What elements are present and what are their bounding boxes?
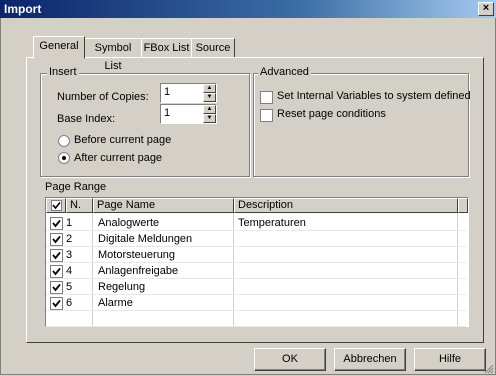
row-checkbox[interactable] <box>50 233 63 246</box>
row-description: Temperaturen <box>238 217 306 229</box>
tab-symbol-list[interactable]: Symbol List <box>84 38 142 72</box>
base-index-value: 1 <box>164 107 171 119</box>
radio-selected-dot <box>62 156 66 160</box>
checkmark-icon <box>52 219 61 228</box>
table-row[interactable]: 4 Anlagenfreigabe <box>46 263 468 279</box>
row-page-name: Regelung <box>98 281 146 293</box>
column-header-page-name[interactable]: Page Name <box>93 198 234 213</box>
after-page-radio[interactable] <box>58 152 70 164</box>
copies-label: Number of Copies: <box>57 91 149 103</box>
row-number: 2 <box>66 233 73 245</box>
after-page-label: After current page <box>74 152 163 164</box>
tab-fbox-list[interactable]: FBox List <box>141 38 192 58</box>
cancel-button[interactable]: Abbrechen <box>334 348 406 371</box>
base-index-up-button[interactable]: ▲ <box>203 105 216 114</box>
row-checkbox[interactable] <box>50 281 63 294</box>
row-divider <box>46 310 466 311</box>
tab-general[interactable]: General <box>33 36 85 59</box>
title-bar[interactable] <box>0 0 496 18</box>
advanced-legend: Advanced <box>258 66 311 78</box>
close-button[interactable]: × <box>478 2 494 16</box>
table-row[interactable]: 1 Analogwerte Temperaturen <box>46 215 468 231</box>
row-page-name: Digitale Meldungen <box>98 233 193 245</box>
row-checkbox[interactable] <box>50 217 63 230</box>
window-title: Import <box>4 2 42 16</box>
checkmark-icon <box>52 267 61 276</box>
row-number: 4 <box>66 265 73 277</box>
set-vars-checkbox[interactable] <box>260 91 273 104</box>
column-header-filler <box>458 198 468 213</box>
copies-down-button[interactable]: ▼ <box>203 93 216 102</box>
column-header-description[interactable]: Description <box>234 198 458 213</box>
copies-stepper[interactable]: 1 ▲ ▼ <box>160 83 217 103</box>
table-row[interactable]: 5 Regelung <box>46 279 468 295</box>
row-number: 6 <box>66 297 73 309</box>
reset-conditions-label: Reset page conditions <box>277 108 386 120</box>
set-vars-label: Set Internal Variables to system defined <box>277 90 471 102</box>
checkmark-icon <box>52 251 61 260</box>
row-page-name: Analogwerte <box>98 217 160 229</box>
insert-legend: Insert <box>47 66 79 78</box>
tab-source[interactable]: Source <box>191 38 235 58</box>
row-checkbox[interactable] <box>50 297 63 310</box>
select-all-header[interactable] <box>46 198 66 213</box>
advanced-group <box>253 73 469 177</box>
base-index-stepper[interactable]: 1 ▲ ▼ <box>160 104 217 124</box>
row-divider <box>46 246 466 247</box>
table-row[interactable]: 6 Alarme <box>46 295 468 311</box>
table-row[interactable]: 3 Motorsteuerung <box>46 247 468 263</box>
row-divider <box>46 294 466 295</box>
row-divider <box>46 262 466 263</box>
checkmark-icon <box>52 235 61 244</box>
checkmark-icon <box>52 299 61 308</box>
row-checkbox[interactable] <box>50 249 63 262</box>
row-divider <box>46 278 466 279</box>
before-page-label: Before current page <box>74 134 172 146</box>
row-number: 5 <box>66 281 73 293</box>
row-checkbox[interactable] <box>50 265 63 278</box>
before-page-radio[interactable] <box>58 135 70 147</box>
base-index-label: Base Index: <box>57 113 116 125</box>
table-row[interactable]: 2 Digitale Meldungen <box>46 231 468 247</box>
page-range-label: Page Range <box>45 181 107 193</box>
reset-conditions-checkbox[interactable] <box>260 109 273 122</box>
row-page-name: Anlagenfreigabe <box>98 265 179 277</box>
row-number: 3 <box>66 249 73 261</box>
select-all-checkbox[interactable] <box>51 200 62 211</box>
page-range-table[interactable]: N. Page Name Description 1 Analogwerte Tem… <box>45 197 469 327</box>
copies-up-button[interactable]: ▲ <box>203 84 216 93</box>
row-divider <box>46 326 466 327</box>
checkmark-icon <box>52 201 61 210</box>
resize-grip-icon[interactable] <box>484 364 494 374</box>
column-header-number[interactable]: N. <box>66 198 93 213</box>
row-page-name: Motorsteuerung <box>98 249 176 261</box>
row-page-name: Alarme <box>98 297 133 309</box>
ok-button[interactable]: OK <box>254 348 326 371</box>
checkmark-icon <box>52 283 61 292</box>
row-number: 1 <box>66 217 73 229</box>
help-button[interactable]: Hilfe <box>414 348 486 371</box>
base-index-down-button[interactable]: ▼ <box>203 114 216 123</box>
copies-value: 1 <box>164 86 171 98</box>
row-divider <box>46 230 466 231</box>
